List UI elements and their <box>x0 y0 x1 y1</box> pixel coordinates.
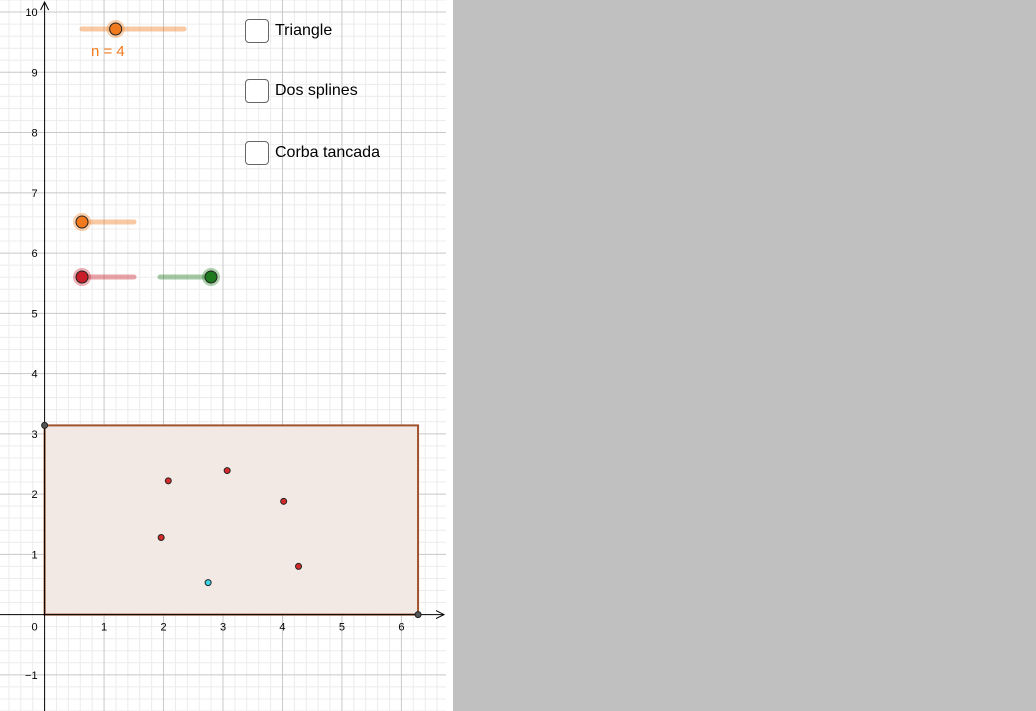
checkbox-corba-tancada[interactable]: Corba tancada <box>245 139 380 167</box>
rectangle-region[interactable] <box>43 424 420 616</box>
checkbox-corba-tancada-box[interactable] <box>245 141 269 165</box>
origin-label: 0 <box>31 622 37 634</box>
checkbox-dos-splines-label: Dos splines <box>275 82 358 99</box>
checkbox-corba-tancada-label: Corba tancada <box>275 144 380 161</box>
graphics-view-2[interactable] <box>453 0 1036 711</box>
graphics-view[interactable]: 1 2 3 4 5 6 −1 1 2 3 4 5 6 7 8 9 10 0 n = 4 <box>0 0 446 711</box>
slider-green-handle[interactable] <box>204 270 218 284</box>
y-tick-label: 9 <box>31 67 37 79</box>
y-tick-label: 1 <box>31 549 37 561</box>
slider-red-handle[interactable] <box>75 270 89 284</box>
view-divider[interactable] <box>446 0 453 711</box>
spline-point[interactable] <box>223 467 231 475</box>
slider-orange-handle[interactable] <box>75 215 89 229</box>
spline-point[interactable] <box>280 497 288 505</box>
spline-point[interactable] <box>157 533 165 541</box>
y-tick-label: 8 <box>31 128 37 140</box>
spline-point[interactable] <box>164 477 172 485</box>
checkbox-dos-splines-box[interactable] <box>245 79 269 103</box>
y-tick-label: 10 <box>25 7 37 19</box>
y-tick-label: 2 <box>31 489 37 501</box>
x-tick-label: 4 <box>279 622 285 634</box>
y-tick-label: 3 <box>31 429 37 441</box>
checkbox-triangle-label: Triangle <box>275 22 333 39</box>
y-tick-label: 5 <box>31 308 37 320</box>
x-tick-label: 3 <box>220 622 226 634</box>
corner-point[interactable] <box>41 421 49 429</box>
coordinate-plane[interactable]: 1 2 3 4 5 6 −1 1 2 3 4 5 6 7 8 9 10 0 <box>0 0 446 711</box>
x-tick-label: 5 <box>339 622 345 634</box>
y-tick-label: 4 <box>31 369 37 381</box>
y-tick-label: 7 <box>31 188 37 200</box>
corner-point[interactable] <box>414 611 422 619</box>
checkbox-dos-splines[interactable]: Dos splines <box>245 77 358 105</box>
spline-point[interactable] <box>295 562 303 570</box>
x-tick-label: 1 <box>101 622 107 634</box>
slider-n-handle[interactable] <box>109 22 123 36</box>
x-tick-label: 2 <box>160 622 166 634</box>
checkbox-triangle[interactable]: Triangle <box>245 17 332 45</box>
checkbox-triangle-box[interactable] <box>245 19 269 43</box>
x-tick-label: 6 <box>398 622 404 634</box>
y-tick-label: −1 <box>25 670 38 682</box>
cyan-point[interactable] <box>204 579 212 587</box>
slider-n-value-label: n = 4 <box>91 43 125 60</box>
y-tick-label: 6 <box>31 248 37 260</box>
